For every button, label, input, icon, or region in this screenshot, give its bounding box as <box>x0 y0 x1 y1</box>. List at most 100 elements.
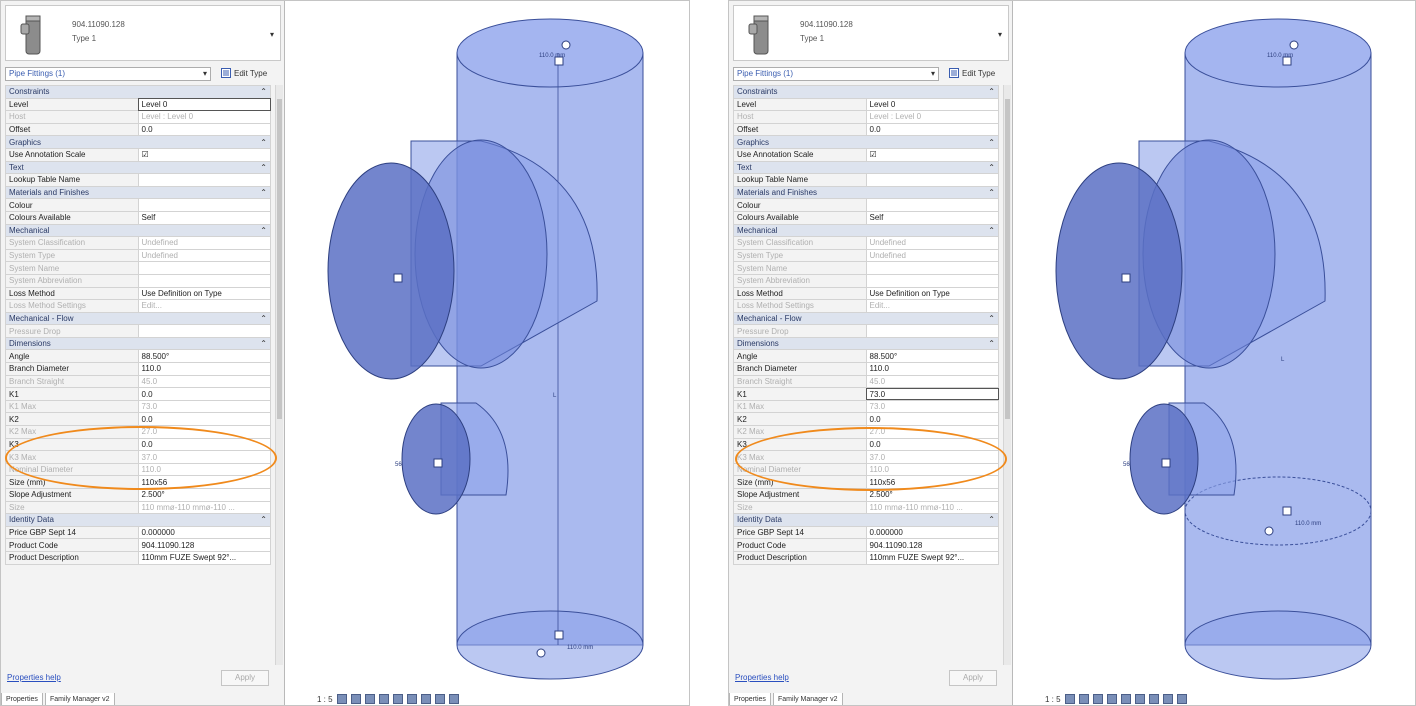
property-value[interactable]: 904.11090.128 <box>865 538 999 552</box>
collapse-toggle-icon[interactable]: ⌃ <box>988 137 995 148</box>
collapse-toggle-icon[interactable]: ⌃ <box>988 313 995 324</box>
property-group-header[interactable]: Identity Data ⌃ <box>733 513 999 527</box>
connector-grip[interactable] <box>393 273 403 283</box>
element-filter-dropdown[interactable]: Pipe Fittings (1) ▾ <box>733 67 939 81</box>
property-group-header[interactable]: Mechanical - Flow ⌃ <box>5 311 271 326</box>
property-value[interactable]: 0.0 <box>865 122 999 137</box>
properties-scrollbar[interactable] <box>275 85 283 665</box>
connector-grip[interactable] <box>554 630 564 640</box>
tab-family-manager[interactable]: Family Manager v2 <box>773 693 843 705</box>
property-value[interactable] <box>137 173 271 187</box>
property-group-header[interactable]: Text ⌃ <box>733 160 999 175</box>
property-value[interactable]: ☑ <box>137 147 271 162</box>
property-value[interactable]: 88.500° <box>137 349 271 364</box>
collapse-toggle-icon[interactable]: ⌃ <box>988 162 995 173</box>
property-group-header[interactable]: Graphics ⌃ <box>5 135 271 149</box>
element-filter-dropdown[interactable]: Pipe Fittings (1) ▾ <box>5 67 211 81</box>
edit-type-button[interactable]: Edit Type <box>221 65 267 81</box>
collapse-toggle-icon[interactable]: ⌃ <box>260 515 267 526</box>
property-value[interactable]: Level 0 <box>865 97 999 112</box>
bend-end-face[interactable] <box>1055 162 1183 380</box>
collapse-toggle-icon[interactable]: ⌃ <box>260 86 267 97</box>
property-value[interactable]: Self <box>137 210 271 225</box>
lock-view-icon[interactable] <box>1148 694 1159 704</box>
property-value[interactable] <box>865 198 999 212</box>
shadows-icon[interactable] <box>378 694 389 704</box>
chevron-down-icon[interactable]: ▾ <box>270 30 274 39</box>
sun-path-icon[interactable] <box>1092 694 1103 704</box>
type-selector[interactable]: 904.11090.128 Type 1 ▾ <box>5 5 281 61</box>
property-group-header[interactable]: Mechanical ⌃ <box>5 223 271 238</box>
property-value[interactable]: Level 0 <box>137 97 271 112</box>
connector-grip[interactable] <box>1161 458 1171 468</box>
property-value[interactable]: 0.000000 <box>137 525 271 540</box>
3d-viewport[interactable]: 110.0 mm L 56 110.0 mm <box>291 1 689 706</box>
property-group-header[interactable]: Identity Data ⌃ <box>5 513 271 527</box>
collapse-toggle-icon[interactable]: ⌃ <box>260 187 267 198</box>
properties-help-link[interactable]: Properties help <box>735 673 789 682</box>
property-value[interactable] <box>137 198 271 212</box>
connector-grip[interactable] <box>1121 273 1131 283</box>
property-value[interactable] <box>865 173 999 187</box>
property-group-header[interactable]: Dimensions ⌃ <box>733 336 999 351</box>
show-crop-icon[interactable] <box>1134 694 1145 704</box>
flip-arrow-icon[interactable] <box>536 648 546 658</box>
type-selector[interactable]: 904.11090.128 Type 1 ▾ <box>733 5 1009 61</box>
property-value[interactable]: Self <box>865 210 999 225</box>
flip-arrow-icon[interactable] <box>561 40 571 50</box>
collapse-toggle-icon[interactable]: ⌃ <box>260 338 267 349</box>
properties-scrollbar[interactable] <box>1003 85 1011 665</box>
connector-grip[interactable] <box>433 458 443 468</box>
collapse-toggle-icon[interactable]: ⌃ <box>260 313 267 324</box>
property-value[interactable]: ☑ <box>865 147 999 162</box>
view-scale[interactable]: 1 : 5 <box>317 695 333 704</box>
tab-properties[interactable]: Properties <box>1 693 43 705</box>
collapse-toggle-icon[interactable]: ⌃ <box>988 86 995 97</box>
temporary-hide-icon[interactable] <box>434 694 445 704</box>
property-value[interactable]: 110.0 <box>137 362 271 376</box>
property-group-header[interactable]: Dimensions ⌃ <box>5 336 271 351</box>
pipe-fitting-model[interactable]: 110.0 mm L 56 110.0 mm <box>291 1 689 706</box>
detail-level-icon[interactable] <box>1064 694 1075 704</box>
view-scale[interactable]: 1 : 5 <box>1045 695 1061 704</box>
detail-level-icon[interactable] <box>336 694 347 704</box>
apply-button[interactable]: Apply <box>221 670 269 686</box>
property-value[interactable]: Use Definition on Type <box>137 286 271 301</box>
property-value[interactable]: 2.500° <box>137 488 271 502</box>
flip-arrow-icon[interactable] <box>1289 40 1299 50</box>
property-group-header[interactable]: Materials and Finishes ⌃ <box>733 185 999 200</box>
property-value[interactable]: 88.500° <box>865 349 999 364</box>
connector-grip[interactable] <box>1282 506 1292 516</box>
collapse-toggle-icon[interactable]: ⌃ <box>988 338 995 349</box>
reveal-hidden-icon[interactable] <box>448 694 459 704</box>
property-value[interactable]: 73.0 <box>865 387 999 401</box>
reveal-hidden-icon[interactable] <box>1176 694 1187 704</box>
property-group-header[interactable]: Mechanical - Flow ⌃ <box>733 311 999 326</box>
property-group-header[interactable]: Mechanical ⌃ <box>733 223 999 238</box>
visual-style-icon[interactable] <box>1078 694 1089 704</box>
collapse-toggle-icon[interactable]: ⌃ <box>260 137 267 148</box>
collapse-toggle-icon[interactable]: ⌃ <box>260 162 267 173</box>
show-crop-icon[interactable] <box>406 694 417 704</box>
property-group-header[interactable]: Text ⌃ <box>5 160 271 175</box>
property-group-header[interactable]: Materials and Finishes ⌃ <box>5 185 271 200</box>
chevron-down-icon[interactable]: ▾ <box>998 30 1002 39</box>
sun-path-icon[interactable] <box>364 694 375 704</box>
temporary-hide-icon[interactable] <box>1162 694 1173 704</box>
property-group-header[interactable]: Graphics ⌃ <box>733 135 999 149</box>
scrollbar-thumb[interactable] <box>277 99 282 419</box>
property-value[interactable]: 0.0 <box>137 122 271 137</box>
collapse-toggle-icon[interactable]: ⌃ <box>988 515 995 526</box>
property-value[interactable]: 0.0 <box>137 412 271 427</box>
edit-type-button[interactable]: Edit Type <box>949 65 995 81</box>
flip-arrow-icon[interactable] <box>1264 526 1274 536</box>
collapse-toggle-icon[interactable]: ⌃ <box>260 225 267 236</box>
property-value[interactable]: 904.11090.128 <box>137 538 271 552</box>
property-value[interactable]: 110mm FUZE Swept 92°... <box>865 550 999 565</box>
property-value[interactable]: 0.0 <box>865 412 999 427</box>
apply-button[interactable]: Apply <box>949 670 997 686</box>
crop-view-icon[interactable] <box>392 694 403 704</box>
collapse-toggle-icon[interactable]: ⌃ <box>988 187 995 198</box>
bend-end-face[interactable] <box>327 162 455 380</box>
tab-family-manager[interactable]: Family Manager v2 <box>45 693 115 705</box>
